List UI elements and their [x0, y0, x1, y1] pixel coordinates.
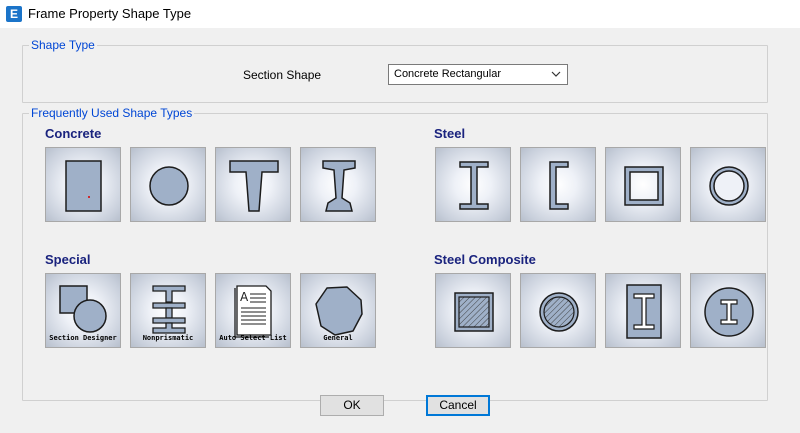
filled-tube-icon: [454, 292, 494, 332]
steel-box-button[interactable]: [605, 147, 681, 222]
steel-i-section-icon: [459, 161, 489, 210]
concrete-rectangular-button[interactable]: [45, 147, 121, 222]
tee-section-icon: [229, 160, 279, 212]
steel-pipe-button[interactable]: [690, 147, 766, 222]
chevron-down-icon: [551, 71, 561, 77]
steel-channel-button[interactable]: [520, 147, 596, 222]
ok-button[interactable]: OK: [320, 395, 384, 416]
section-designer-button[interactable]: Section Designer: [45, 273, 121, 348]
steel-box-tube-icon: [624, 166, 664, 206]
nonprismatic-caption: Nonprismatic: [142, 334, 194, 342]
section-shape-label: Section Shape: [243, 68, 322, 82]
cancel-button[interactable]: Cancel: [426, 395, 490, 416]
section-shape-value: Concrete Rectangular: [394, 68, 502, 80]
i-section-icon: [322, 160, 356, 212]
general-caption: General: [323, 334, 353, 342]
general-section-button[interactable]: General: [300, 273, 376, 348]
concrete-i-button[interactable]: [300, 147, 376, 222]
steel-composite-category-title: Steel Composite: [434, 252, 536, 267]
steel-category-title: Steel: [434, 126, 466, 141]
window-title: Frame Property Shape Type: [28, 6, 192, 21]
encased-circle-icon: [704, 287, 754, 337]
steel-i-button[interactable]: [435, 147, 511, 222]
filled-pipe-icon: [539, 292, 579, 332]
shape-type-group-title: Shape Type: [29, 38, 97, 52]
auto-select-list-caption: Auto Select List: [219, 334, 287, 342]
filled-pipe-button[interactable]: [520, 273, 596, 348]
steel-pipe-icon: [709, 166, 749, 206]
encased-circle-button[interactable]: [690, 273, 766, 348]
svg-text:A: A: [240, 290, 249, 304]
concrete-circle-button[interactable]: [130, 147, 206, 222]
circular-section-icon: [149, 166, 189, 206]
app-logo-icon: E: [6, 6, 22, 22]
section-shape-dropdown[interactable]: Concrete Rectangular: [388, 64, 568, 85]
encased-rect-icon: [626, 284, 662, 339]
frequent-shapes-group-title: Frequently Used Shape Types: [29, 106, 195, 120]
concrete-category-title: Concrete: [45, 126, 102, 141]
filled-tube-button[interactable]: [435, 273, 511, 348]
steel-channel-icon: [549, 161, 569, 210]
encased-rect-button[interactable]: [605, 273, 681, 348]
rectangular-section-icon: [65, 160, 102, 212]
concrete-tee-button[interactable]: [215, 147, 291, 222]
special-category-title: Special: [45, 252, 91, 267]
auto-select-list-button[interactable]: A Auto Select List: [215, 273, 291, 348]
section-designer-caption: Section Designer: [49, 334, 117, 342]
dialog-body: Shape Type Section Shape Concrete Rectan…: [0, 28, 800, 433]
nonprismatic-button[interactable]: Nonprismatic: [130, 273, 206, 348]
title-bar: E Frame Property Shape Type: [0, 0, 800, 28]
